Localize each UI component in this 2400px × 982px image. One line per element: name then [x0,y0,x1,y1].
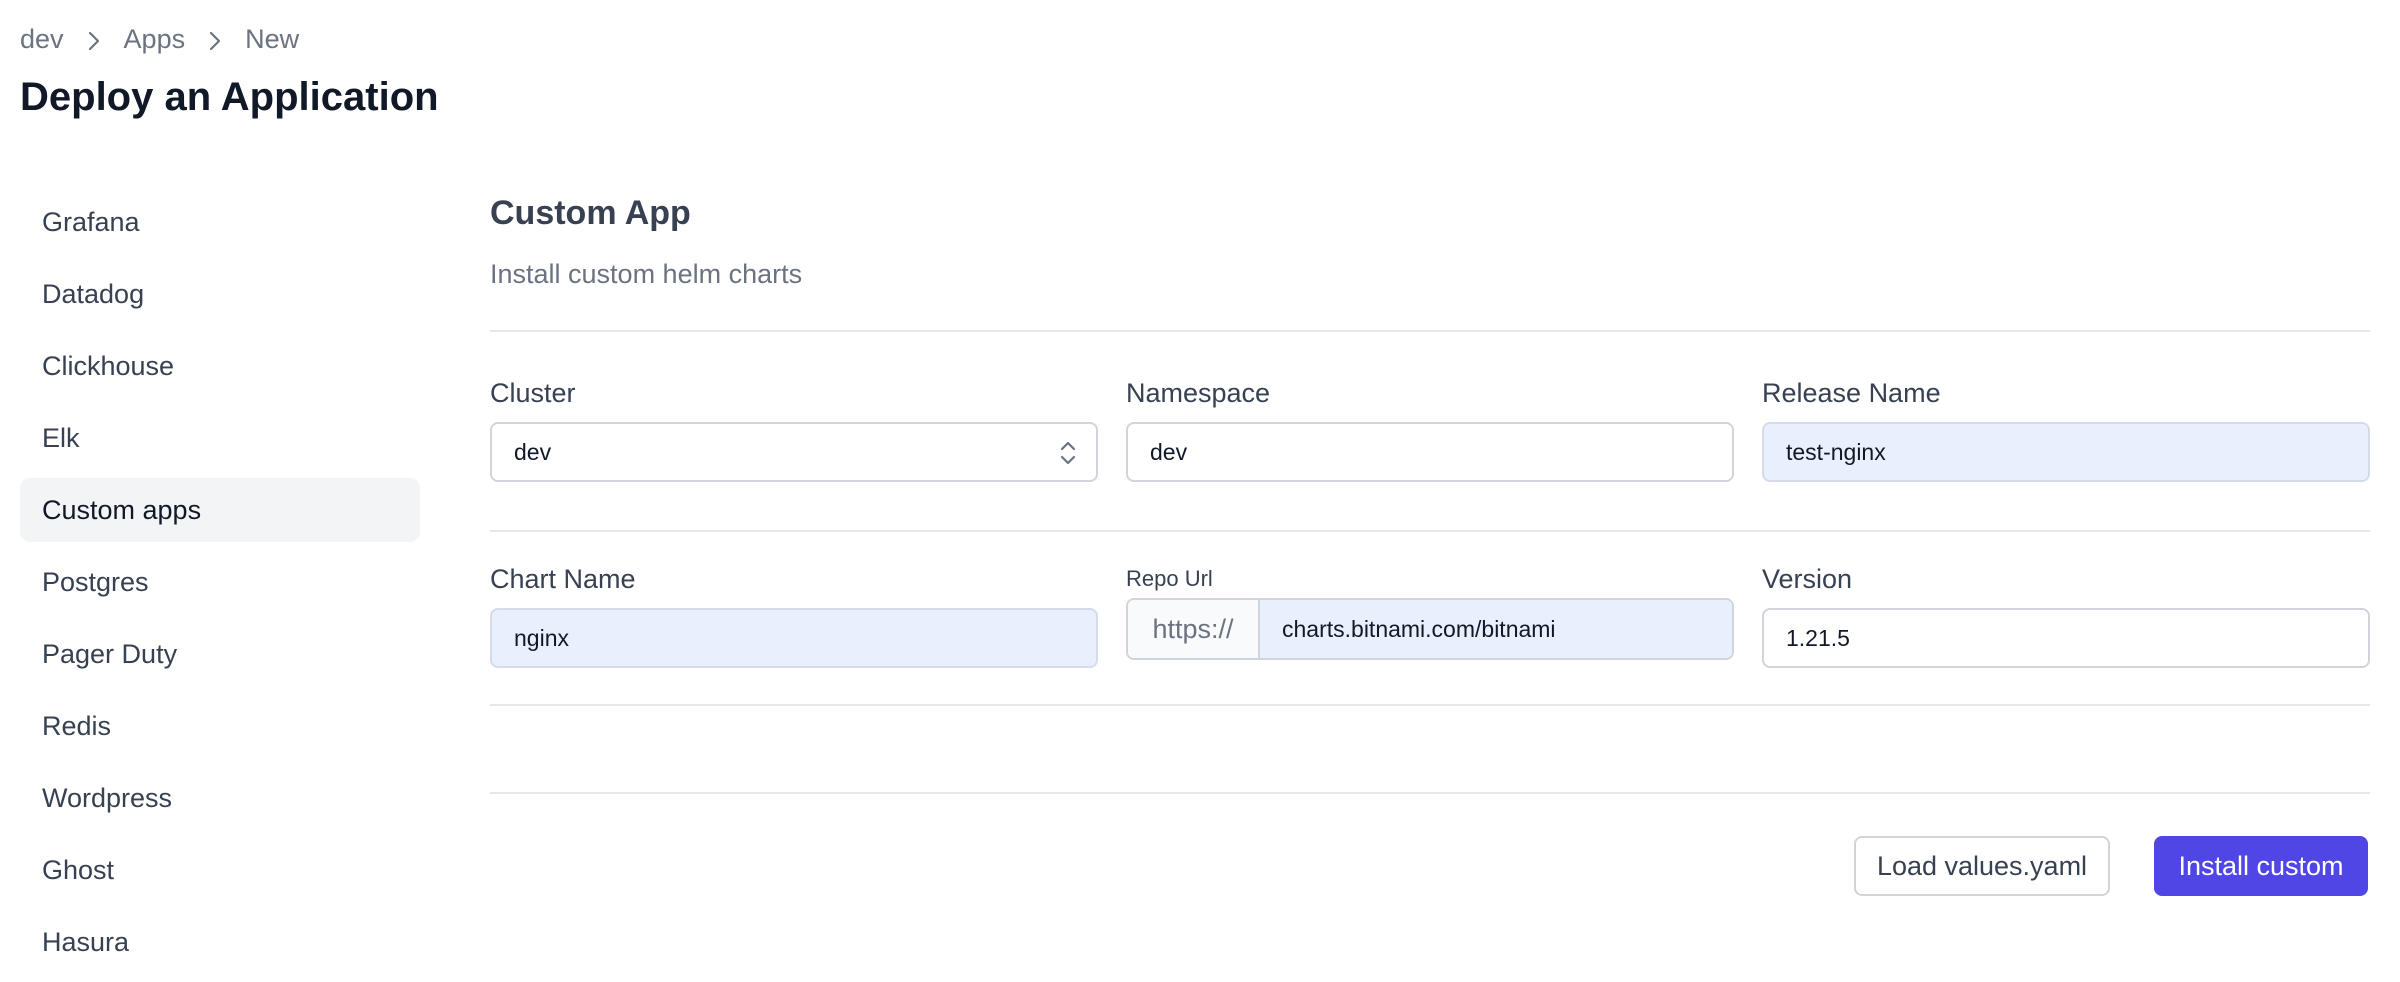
divider [490,704,2370,706]
sidebar-item-wordpress[interactable]: Wordpress [20,766,420,830]
cluster-label: Cluster [490,378,576,408]
chevron-right-icon [64,22,124,56]
repo-url-field[interactable]: https:// charts.bitnami.com/bitnami [1126,598,1734,660]
divider [490,530,2370,532]
sidebar-item-clickhouse[interactable]: Clickhouse [20,334,420,398]
sidebar-item-datadog[interactable]: Datadog [20,262,420,326]
version-label: Version [1762,564,1853,594]
sidebar-item-grafana[interactable]: Grafana [20,190,420,254]
divider [490,792,2370,794]
chart-name-input[interactable]: nginx [490,608,1098,668]
sidebar-item-postgres[interactable]: Postgres [20,550,420,614]
breadcrumb-item-new: New [245,24,300,54]
chevron-up-down-icon [1058,438,1078,474]
section-title: Custom App [490,194,691,232]
load-values-button[interactable]: Load values.yaml [1854,836,2110,896]
sidebar: Grafana Datadog Clickhouse Elk Custom ap… [20,190,420,982]
chart-name-label: Chart Name [490,564,636,594]
breadcrumb-item-dev[interactable]: dev [20,22,64,56]
repo-url-input[interactable]: charts.bitnami.com/bitnami [1260,600,1732,658]
sidebar-item-elk[interactable]: Elk [20,406,420,470]
cluster-select[interactable]: dev [490,422,1098,482]
namespace-input[interactable]: dev [1126,422,1734,482]
release-name-label: Release Name [1762,378,1941,408]
release-name-input[interactable]: test-nginx [1762,422,2370,482]
namespace-label: Namespace [1126,378,1271,408]
namespace-input-value: dev [1150,438,1188,465]
sidebar-item-hasura[interactable]: Hasura [20,910,420,974]
release-name-input-value: test-nginx [1786,438,1886,465]
version-input[interactable]: 1.21.5 [1762,608,2370,668]
breadcrumb-item-apps[interactable]: Apps [124,22,186,56]
sidebar-item-ghost[interactable]: Ghost [20,838,420,902]
chevron-right-icon [185,22,245,56]
section-subtitle: Install custom helm charts [490,259,803,289]
chart-name-input-value: nginx [514,624,569,651]
cluster-select-value: dev [514,438,552,465]
version-input-value: 1.21.5 [1786,624,1850,651]
sidebar-item-pager-duty[interactable]: Pager Duty [20,622,420,686]
repo-url-prefix: https:// [1128,600,1260,658]
sidebar-item-redis[interactable]: Redis [20,694,420,758]
sidebar-item-custom-apps[interactable]: Custom apps [20,478,420,542]
repo-url-label: Repo Url [1126,566,1213,591]
install-custom-button[interactable]: Install custom [2154,836,2368,896]
divider [490,330,2370,332]
breadcrumb: dev Apps New [20,22,299,56]
custom-app-panel: Custom App Install custom helm charts Cl… [490,190,2370,896]
page-title: Deploy an Application [20,75,439,119]
